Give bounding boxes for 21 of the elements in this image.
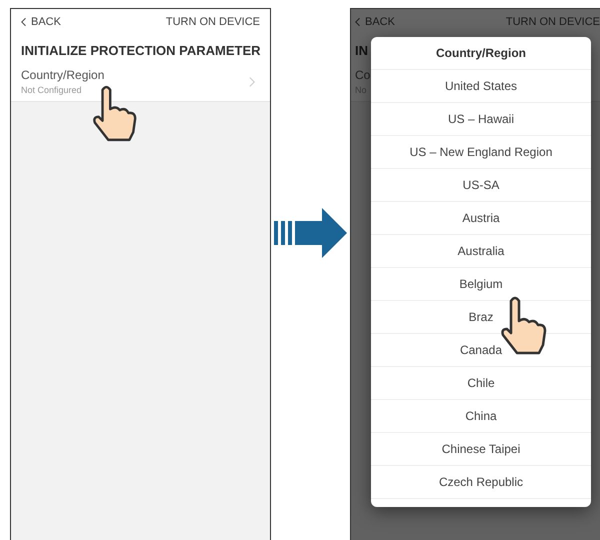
pointing-hand-icon: [91, 84, 139, 142]
back-link[interactable]: BACK: [21, 16, 61, 28]
country-option[interactable]: Australia: [371, 235, 591, 268]
page-title: IN: [355, 43, 368, 58]
country-option[interactable]: United States: [371, 70, 591, 103]
chevron-right-icon: [249, 76, 256, 88]
back-chevron-icon: [355, 17, 361, 27]
back-chevron-icon: [21, 17, 27, 27]
turn-on-device-link[interactable]: TURN ON DEVICE: [166, 16, 260, 28]
country-option[interactable]: Chinese Taipei: [371, 433, 591, 466]
arrow-icon: [274, 208, 348, 258]
country-option[interactable]: China: [371, 400, 591, 433]
country-option[interactable]: US – Hawaii: [371, 103, 591, 136]
country-option[interactable]: Austria: [371, 202, 591, 235]
setting-label: Co: [355, 68, 370, 82]
country-option[interactable]: Czech Republic: [371, 466, 591, 499]
country-option[interactable]: US-SA: [371, 169, 591, 202]
country-option[interactable]: Chile: [371, 367, 591, 400]
page-title: INITIALIZE PROTECTION PARAMETER: [21, 42, 260, 60]
country-option[interactable]: US – New England Region: [371, 136, 591, 169]
dialog-title: Country/Region: [371, 37, 591, 70]
